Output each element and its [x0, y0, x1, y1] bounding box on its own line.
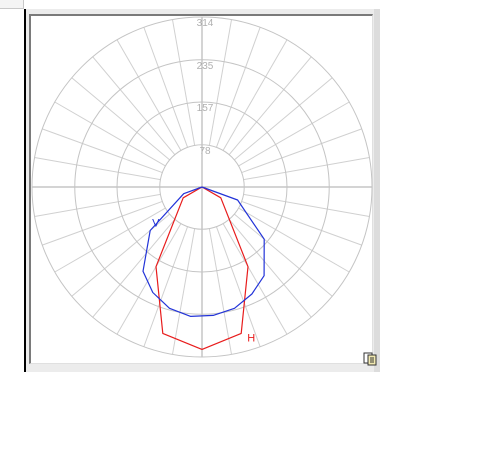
- grid-spoke: [243, 193, 370, 218]
- grid-spoke: [243, 156, 370, 181]
- series-layer: HV: [142, 186, 265, 350]
- copy-clipboard-icon[interactable]: [363, 352, 377, 366]
- polar-chart-panel: 78 157 235 314 HV: [26, 9, 380, 372]
- series-label-H: H: [247, 332, 255, 344]
- grid-spoke: [238, 207, 350, 273]
- grid-spoke: [241, 200, 362, 246]
- polar-plot-frame: 78 157 235 314 HV: [29, 14, 373, 364]
- grid-spoke: [238, 101, 350, 167]
- grid-spoke: [171, 228, 196, 355]
- radial-tick-label: 78: [199, 146, 211, 157]
- grid-spoke: [208, 228, 233, 355]
- grid-spoke: [116, 39, 182, 151]
- panel-right-strip: [374, 9, 380, 372]
- grid-spoke: [42, 200, 163, 246]
- radial-tick-label: 157: [197, 103, 214, 114]
- grid-spoke: [241, 128, 362, 174]
- grid-spoke: [171, 19, 196, 146]
- grid-spoke: [215, 226, 261, 347]
- tab-stub: [0, 0, 24, 9]
- polar-chart: 78157235314 HV: [31, 16, 373, 358]
- series-label-V: V: [152, 218, 160, 230]
- grid-spoke: [222, 223, 288, 335]
- grid-spoke: [54, 101, 166, 167]
- grid-spoke: [42, 128, 163, 174]
- grid-spoke: [34, 156, 161, 181]
- radial-tick-label: 314: [197, 18, 214, 29]
- grid-spoke: [208, 19, 233, 146]
- grid-spoke: [143, 27, 189, 148]
- radial-tick-label: 235: [197, 61, 214, 72]
- grid-spoke: [222, 39, 288, 151]
- grid-spoke: [34, 193, 161, 218]
- grid-spoke: [215, 27, 261, 148]
- series-line-V: [142, 186, 265, 317]
